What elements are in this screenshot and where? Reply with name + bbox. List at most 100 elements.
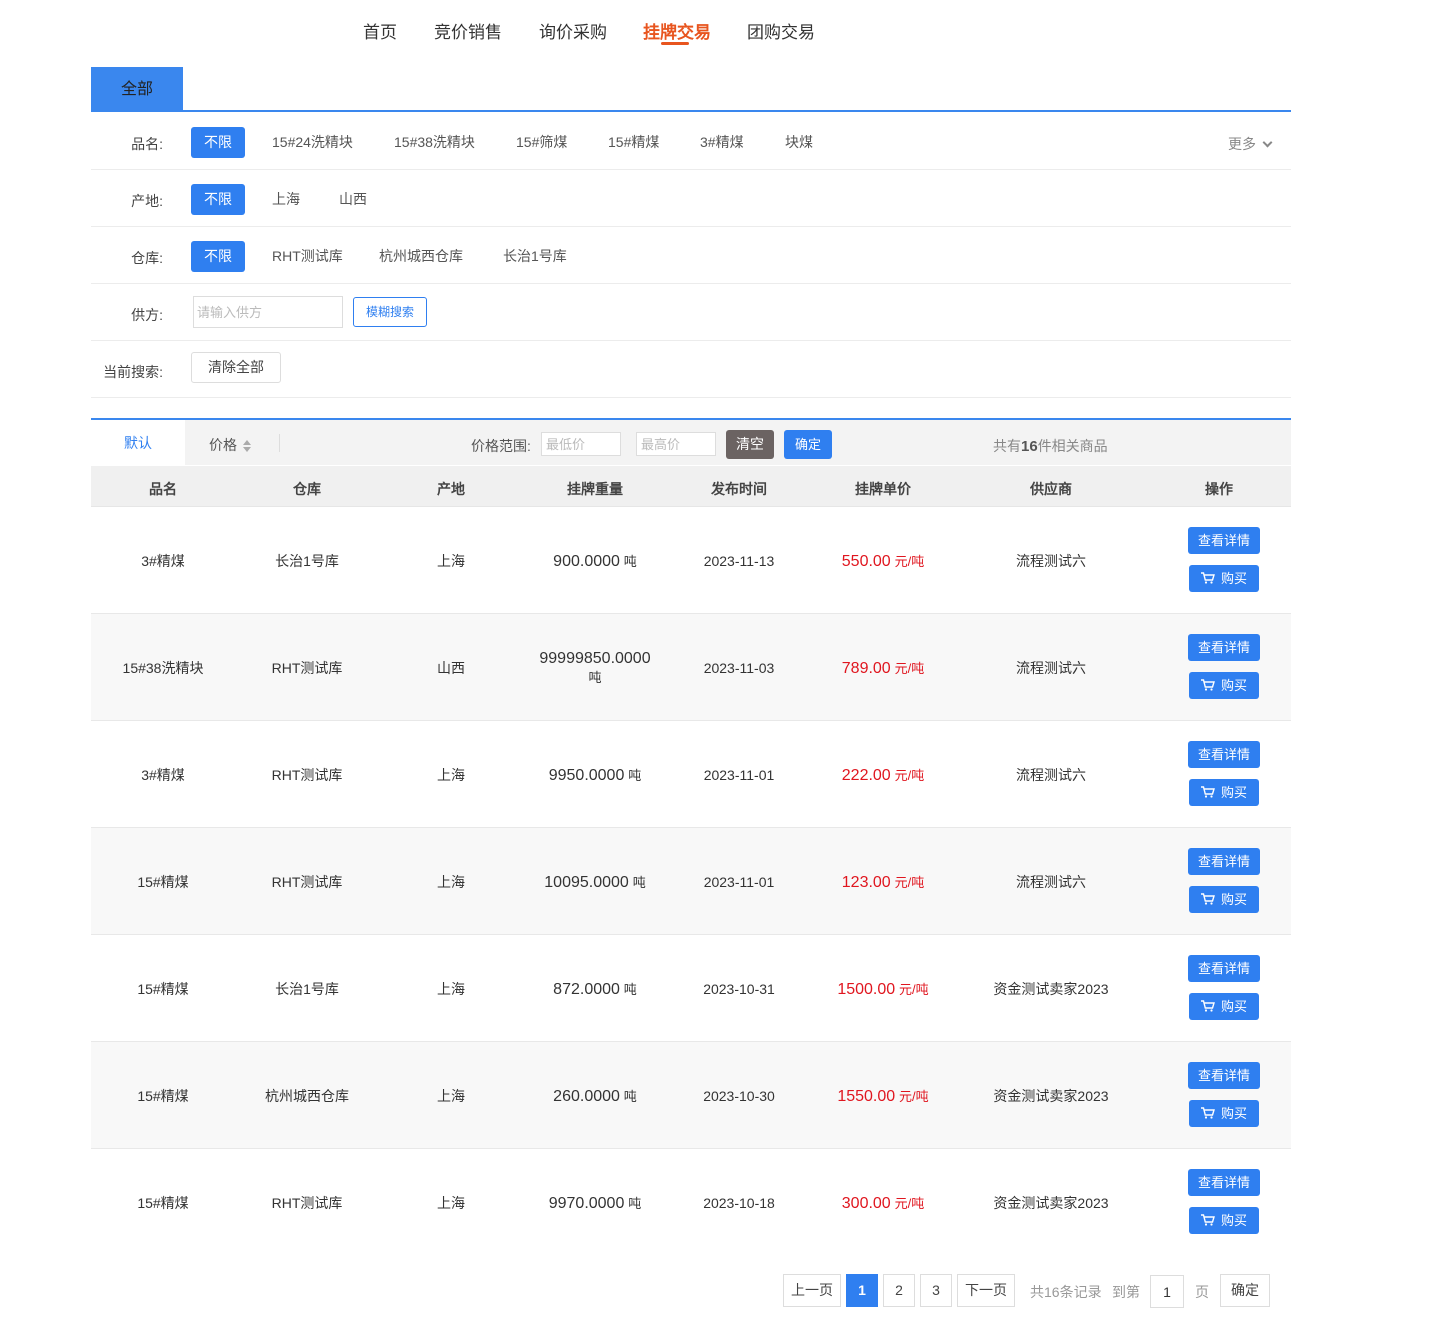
buy-button[interactable]: 购买	[1189, 565, 1259, 592]
weight-unit: 吨	[623, 1088, 637, 1104]
page-button-3[interactable]: 3	[920, 1274, 952, 1307]
goto-confirm-button[interactable]: 确定	[1220, 1274, 1270, 1307]
fuzzy-search-button[interactable]: 模糊搜索	[353, 297, 427, 327]
cell-price: 222.00 元/吨	[811, 721, 955, 828]
filter-option[interactable]: RHT测试库	[272, 241, 343, 272]
filter-option-any[interactable]: 不限	[191, 127, 245, 158]
view-detail-button[interactable]: 查看详情	[1188, 955, 1260, 982]
total-prefix: 共有	[993, 438, 1021, 454]
buy-button[interactable]: 购买	[1189, 1100, 1259, 1127]
total-records: 共16条记录	[1030, 1284, 1102, 1300]
more-label: 更多	[1228, 136, 1256, 152]
filter-option[interactable]: 3#精煤	[700, 127, 744, 158]
weight-value: 872.0000	[553, 980, 620, 998]
view-detail-button[interactable]: 查看详情	[1188, 1169, 1260, 1196]
table-row: 15#精煤 杭州城西仓库 上海 260.0000 吨 2023-10-30 15…	[91, 1042, 1291, 1149]
cell-date: 2023-11-13	[703, 552, 775, 569]
table-header: 品名 仓库 产地 挂牌重量 发布时间 挂牌单价 供应商 操作	[91, 466, 1291, 507]
cell-price: 300.00 元/吨	[811, 1149, 955, 1256]
nav-bidding-sales[interactable]: 竞价销售	[434, 18, 502, 43]
view-detail-button[interactable]: 查看详情	[1188, 741, 1260, 768]
view-detail-button[interactable]: 查看详情	[1188, 634, 1260, 661]
filter-option[interactable]: 杭州城西仓库	[379, 241, 463, 272]
confirm-price-button[interactable]: 确定	[784, 430, 832, 459]
cart-icon	[1200, 572, 1215, 584]
supplier-input[interactable]	[193, 296, 343, 328]
nav-active-underline	[661, 42, 689, 45]
cart-icon	[1200, 786, 1215, 798]
clear-price-button[interactable]: 清空	[726, 430, 774, 459]
page-button-1[interactable]: 1	[846, 1274, 878, 1307]
min-price-input[interactable]	[541, 432, 621, 456]
filter-option[interactable]: 上海	[272, 184, 300, 215]
price-unit: 元/吨	[899, 981, 929, 997]
filter-row-product: 品名: 不限 15#24洗精块 15#38洗精块 15#筛煤 15#精煤 3#精…	[91, 113, 1291, 170]
cart-icon	[1200, 1214, 1215, 1226]
view-detail-button[interactable]: 查看详情	[1188, 527, 1260, 554]
column-header-origin: 产地	[437, 481, 465, 497]
view-detail-button[interactable]: 查看详情	[1188, 1062, 1260, 1089]
cell-supplier: 流程测试六	[1016, 659, 1086, 676]
filter-option[interactable]: 15#筛煤	[516, 127, 567, 158]
max-price-input[interactable]	[636, 432, 716, 456]
filter-option-any[interactable]: 不限	[191, 241, 245, 272]
weight-unit: 吨	[632, 874, 646, 890]
column-header-price: 挂牌单价	[855, 481, 911, 497]
cell-price: 123.00 元/吨	[811, 828, 955, 935]
nav-group-purchase[interactable]: 团购交易	[747, 18, 815, 43]
clear-all-button[interactable]: 清除全部	[191, 352, 281, 383]
weight-value: 260.0000	[553, 1087, 620, 1105]
cell-name: 3#精煤	[141, 766, 185, 783]
category-tab-strip: 全部	[91, 67, 1291, 112]
filter-option[interactable]: 块煤	[785, 127, 813, 158]
goto-page-input[interactable]	[1150, 1275, 1184, 1308]
buy-label: 购买	[1220, 892, 1247, 907]
buy-button[interactable]: 购买	[1189, 779, 1259, 806]
prev-page-button[interactable]: 上一页	[783, 1274, 841, 1307]
cell-weight: 872.0000 吨	[523, 935, 667, 1042]
goto-suffix: 页	[1195, 1284, 1209, 1300]
cell-date: 2023-11-03	[703, 659, 775, 676]
nav-home[interactable]: 首页	[363, 18, 397, 43]
weight-value: 9950.0000	[548, 766, 625, 784]
view-detail-button[interactable]: 查看详情	[1188, 848, 1260, 875]
filter-row-current: 当前搜索: 清除全部	[91, 341, 1291, 398]
filter-option-any[interactable]: 不限	[191, 184, 245, 215]
buy-button[interactable]: 购买	[1189, 1207, 1259, 1234]
cell-warehouse: RHT测试库	[271, 873, 343, 890]
cell-name: 15#精煤	[137, 1194, 189, 1211]
filter-option[interactable]: 15#38洗精块	[394, 127, 475, 158]
filter-option[interactable]: 15#精煤	[608, 127, 659, 158]
buy-label: 购买	[1220, 1213, 1247, 1228]
cart-icon	[1200, 679, 1215, 691]
cell-name: 15#精煤	[137, 980, 189, 997]
total-suffix: 件相关商品	[1037, 438, 1108, 454]
cart-icon	[1200, 1000, 1215, 1012]
total-count-text: 共有16件相关商品	[993, 436, 1108, 456]
tab-all[interactable]: 全部	[91, 67, 183, 111]
buy-label: 购买	[1220, 999, 1247, 1014]
price-value: 300.00	[841, 1194, 891, 1212]
sort-price[interactable]: 价格	[209, 435, 251, 455]
more-toggle[interactable]: 更多	[1228, 134, 1273, 154]
weight-unit: 吨	[628, 767, 642, 783]
filter-row-origin: 产地: 不限 上海 山西	[91, 170, 1291, 227]
nav-listing-trade[interactable]: 挂牌交易	[643, 18, 711, 43]
filter-label: 产地:	[131, 193, 163, 209]
buy-button[interactable]: 购买	[1189, 672, 1259, 699]
buy-label: 购买	[1220, 678, 1247, 693]
next-page-button[interactable]: 下一页	[957, 1274, 1015, 1307]
sort-default[interactable]: 默认	[91, 420, 185, 466]
filter-label: 当前搜索:	[103, 364, 163, 380]
buy-label: 购买	[1220, 1106, 1247, 1121]
filter-option[interactable]: 山西	[339, 184, 367, 215]
filter-option[interactable]: 15#24洗精块	[272, 127, 353, 158]
cell-supplier: 流程测试六	[1016, 873, 1086, 890]
nav-inquiry-purchase[interactable]: 询价采购	[539, 18, 607, 43]
filter-option[interactable]: 长治1号库	[503, 241, 567, 272]
weight-unit: 吨	[628, 1195, 642, 1211]
buy-button[interactable]: 购买	[1189, 886, 1259, 913]
cell-weight: 10095.0000 吨	[523, 828, 667, 935]
page-button-2[interactable]: 2	[883, 1274, 915, 1307]
buy-button[interactable]: 购买	[1189, 993, 1259, 1020]
